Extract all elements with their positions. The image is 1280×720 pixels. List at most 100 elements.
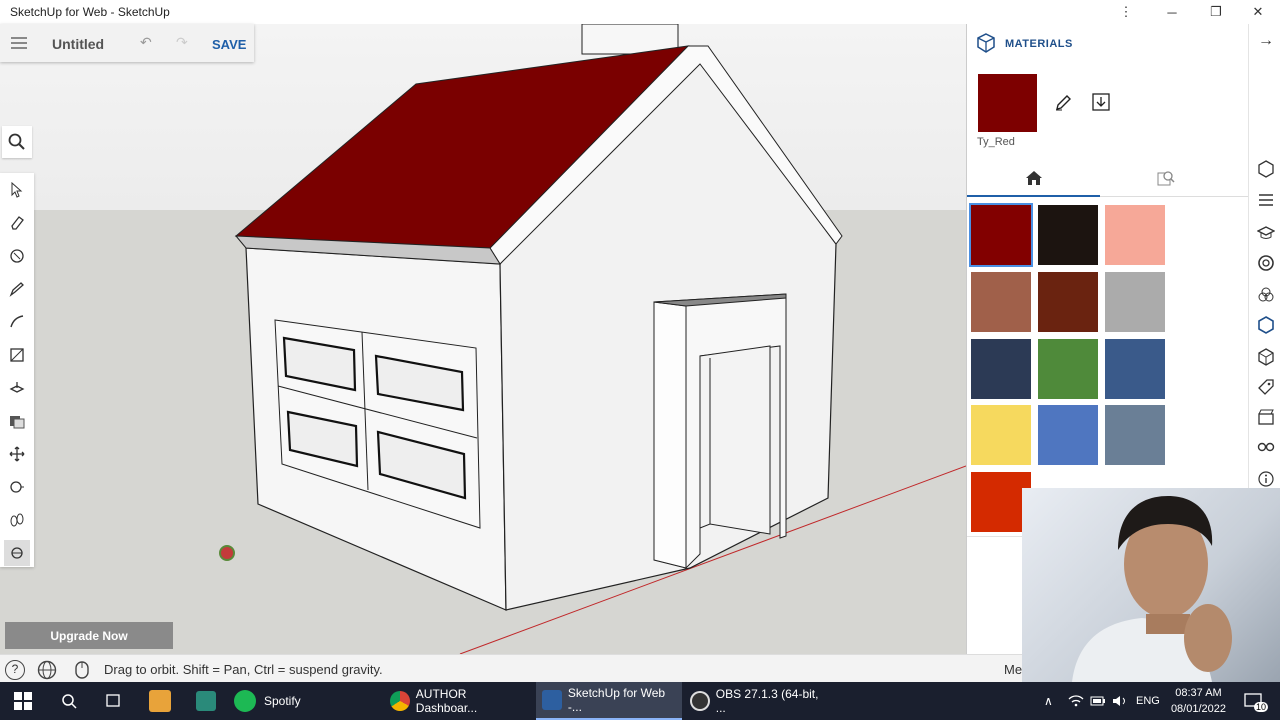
upgrade-now-button[interactable]: Upgrade Now (5, 622, 173, 649)
wifi-icon[interactable] (1068, 682, 1084, 720)
minimize-button[interactable]: ─ (1152, 0, 1192, 24)
styles-icon[interactable] (1255, 252, 1277, 274)
material-swatch[interactable] (969, 203, 1033, 267)
model-viewport[interactable] (0, 24, 966, 654)
instructor-icon[interactable] (1255, 222, 1277, 244)
taskbar-app-label: OBS 27.1.3 (64-bit, ... (715, 687, 819, 715)
upgrade-label: Upgrade Now (50, 628, 128, 643)
mouse-icon (74, 660, 90, 680)
taskbar-app-sketchup[interactable]: SketchUp for Web -... (536, 682, 682, 720)
notification-count: 10 (1254, 702, 1269, 712)
offset-tool-icon[interactable] (4, 408, 30, 434)
taskbar-app-label: AUTHOR Dashboar... (415, 687, 478, 715)
title-bar: SketchUp for Web - SketchUp ⋮ ─ ❐ ✕ (0, 0, 1280, 24)
menu-icon[interactable] (10, 36, 28, 50)
move-tool-icon[interactable] (4, 441, 30, 467)
help-icon[interactable]: ? (5, 660, 25, 680)
material-swatch[interactable] (1038, 205, 1098, 265)
components-icon[interactable] (1255, 284, 1277, 306)
windows-start-icon[interactable] (10, 682, 36, 720)
material-swatch[interactable] (1105, 339, 1165, 399)
tray-chevron-icon[interactable]: ∧ (1044, 682, 1060, 720)
webcam-overlay (1022, 488, 1280, 682)
tape-measure-icon[interactable] (4, 474, 30, 500)
search-taskbar-icon[interactable] (58, 682, 80, 720)
current-material-swatch[interactable] (978, 74, 1037, 132)
sketchup-icon (542, 690, 562, 710)
taskbar-app-obs[interactable]: OBS 27.1.3 (64-bit, ... (690, 682, 830, 720)
save-button[interactable]: SAVE (212, 37, 246, 52)
taskbar-app-label: Spotify (264, 694, 301, 708)
document-bar: Untitled ↶ ↷ SAVE (0, 24, 254, 62)
close-button[interactable]: ✕ (1238, 0, 1278, 24)
taskbar-app-chrome[interactable]: AUTHOR Dashboar... (390, 682, 530, 720)
current-material-name: Ty_Red (977, 136, 1015, 148)
app-icon[interactable] (194, 682, 218, 720)
document-title[interactable]: Untitled (52, 36, 104, 52)
battery-icon[interactable] (1090, 682, 1106, 720)
solid-inspector-icon[interactable] (1255, 346, 1277, 368)
arc-tool-icon[interactable] (4, 309, 30, 335)
material-swatch[interactable] (971, 339, 1031, 399)
push-pull-icon[interactable] (4, 375, 30, 401)
outliner-icon[interactable] (1255, 190, 1277, 212)
display-icon[interactable] (1255, 436, 1277, 458)
tool-palette (0, 173, 34, 567)
paint-bucket-icon[interactable] (4, 243, 30, 269)
active-tab-indicator (967, 195, 1100, 197)
orbit-tool-icon[interactable] (4, 540, 30, 566)
globe-icon[interactable] (37, 660, 57, 680)
chrome-icon (390, 691, 410, 711)
clock-date: 08/01/2022 (1170, 703, 1226, 715)
volume-icon[interactable] (1112, 682, 1128, 720)
sample-material-icon[interactable] (1091, 92, 1111, 112)
taskbar-app-label: SketchUp for Web -... (567, 686, 666, 714)
orbit-cursor-icon (219, 545, 235, 561)
more-options-icon[interactable]: ⋮ (1106, 0, 1146, 24)
obs-icon (690, 691, 710, 711)
eraser-tool-icon[interactable] (4, 210, 30, 236)
redo-icon[interactable]: ↷ (176, 34, 188, 51)
task-view-icon[interactable] (102, 682, 124, 720)
material-swatch[interactable] (1038, 339, 1098, 399)
model-info-icon[interactable] (1255, 468, 1277, 490)
browse-tab-icon[interactable] (1157, 169, 1175, 187)
status-right-text: Me (1004, 662, 1023, 677)
material-swatch[interactable] (1105, 205, 1165, 265)
search-button[interactable] (2, 126, 32, 158)
scenes-icon[interactable] (1255, 406, 1277, 428)
tags-icon[interactable] (1255, 376, 1277, 398)
rectangle-tool-icon[interactable] (4, 342, 30, 368)
material-swatch[interactable] (1105, 272, 1165, 332)
system-clock[interactable]: 08:37 AM 08/01/2022 (1171, 685, 1226, 717)
notifications-icon[interactable]: 10 (1240, 682, 1269, 720)
entity-info-icon[interactable] (1255, 158, 1277, 180)
undo-icon[interactable]: ↶ (140, 34, 152, 51)
material-swatch[interactable] (1038, 405, 1098, 465)
search-icon (8, 133, 25, 150)
collapse-arrow-icon[interactable]: → (1255, 30, 1277, 52)
language-indicator[interactable]: ENG (1136, 682, 1162, 720)
pencil-tool-icon[interactable] (4, 276, 30, 302)
window-title: SketchUp for Web - SketchUp (10, 5, 170, 19)
spotify-icon (234, 690, 256, 712)
house-model (219, 24, 966, 654)
materials-tabs (967, 161, 1249, 197)
photos-app-icon[interactable] (148, 682, 172, 720)
home-tab-icon[interactable] (1025, 169, 1043, 187)
maximize-button[interactable]: ❐ (1196, 0, 1236, 24)
walk-tool-icon[interactable] (4, 507, 30, 533)
select-tool-icon[interactable] (4, 177, 30, 203)
edit-material-icon[interactable] (1054, 92, 1074, 112)
material-swatch[interactable] (971, 272, 1031, 332)
status-message: Drag to orbit. Shift = Pan, Ctrl = suspe… (104, 662, 383, 677)
materials-cube-icon (975, 32, 997, 54)
materials-panel-icon[interactable] (1255, 314, 1277, 336)
taskbar-app-spotify[interactable]: Spotify (234, 682, 344, 720)
panel-header: MATERIALS (1005, 38, 1073, 50)
material-swatch[interactable] (971, 405, 1031, 465)
material-swatch[interactable] (1038, 272, 1098, 332)
person-silhouette (1072, 496, 1232, 682)
material-swatch[interactable] (1105, 405, 1165, 465)
windows-taskbar: Spotify AUTHOR Dashboar... SketchUp for … (0, 682, 1280, 720)
